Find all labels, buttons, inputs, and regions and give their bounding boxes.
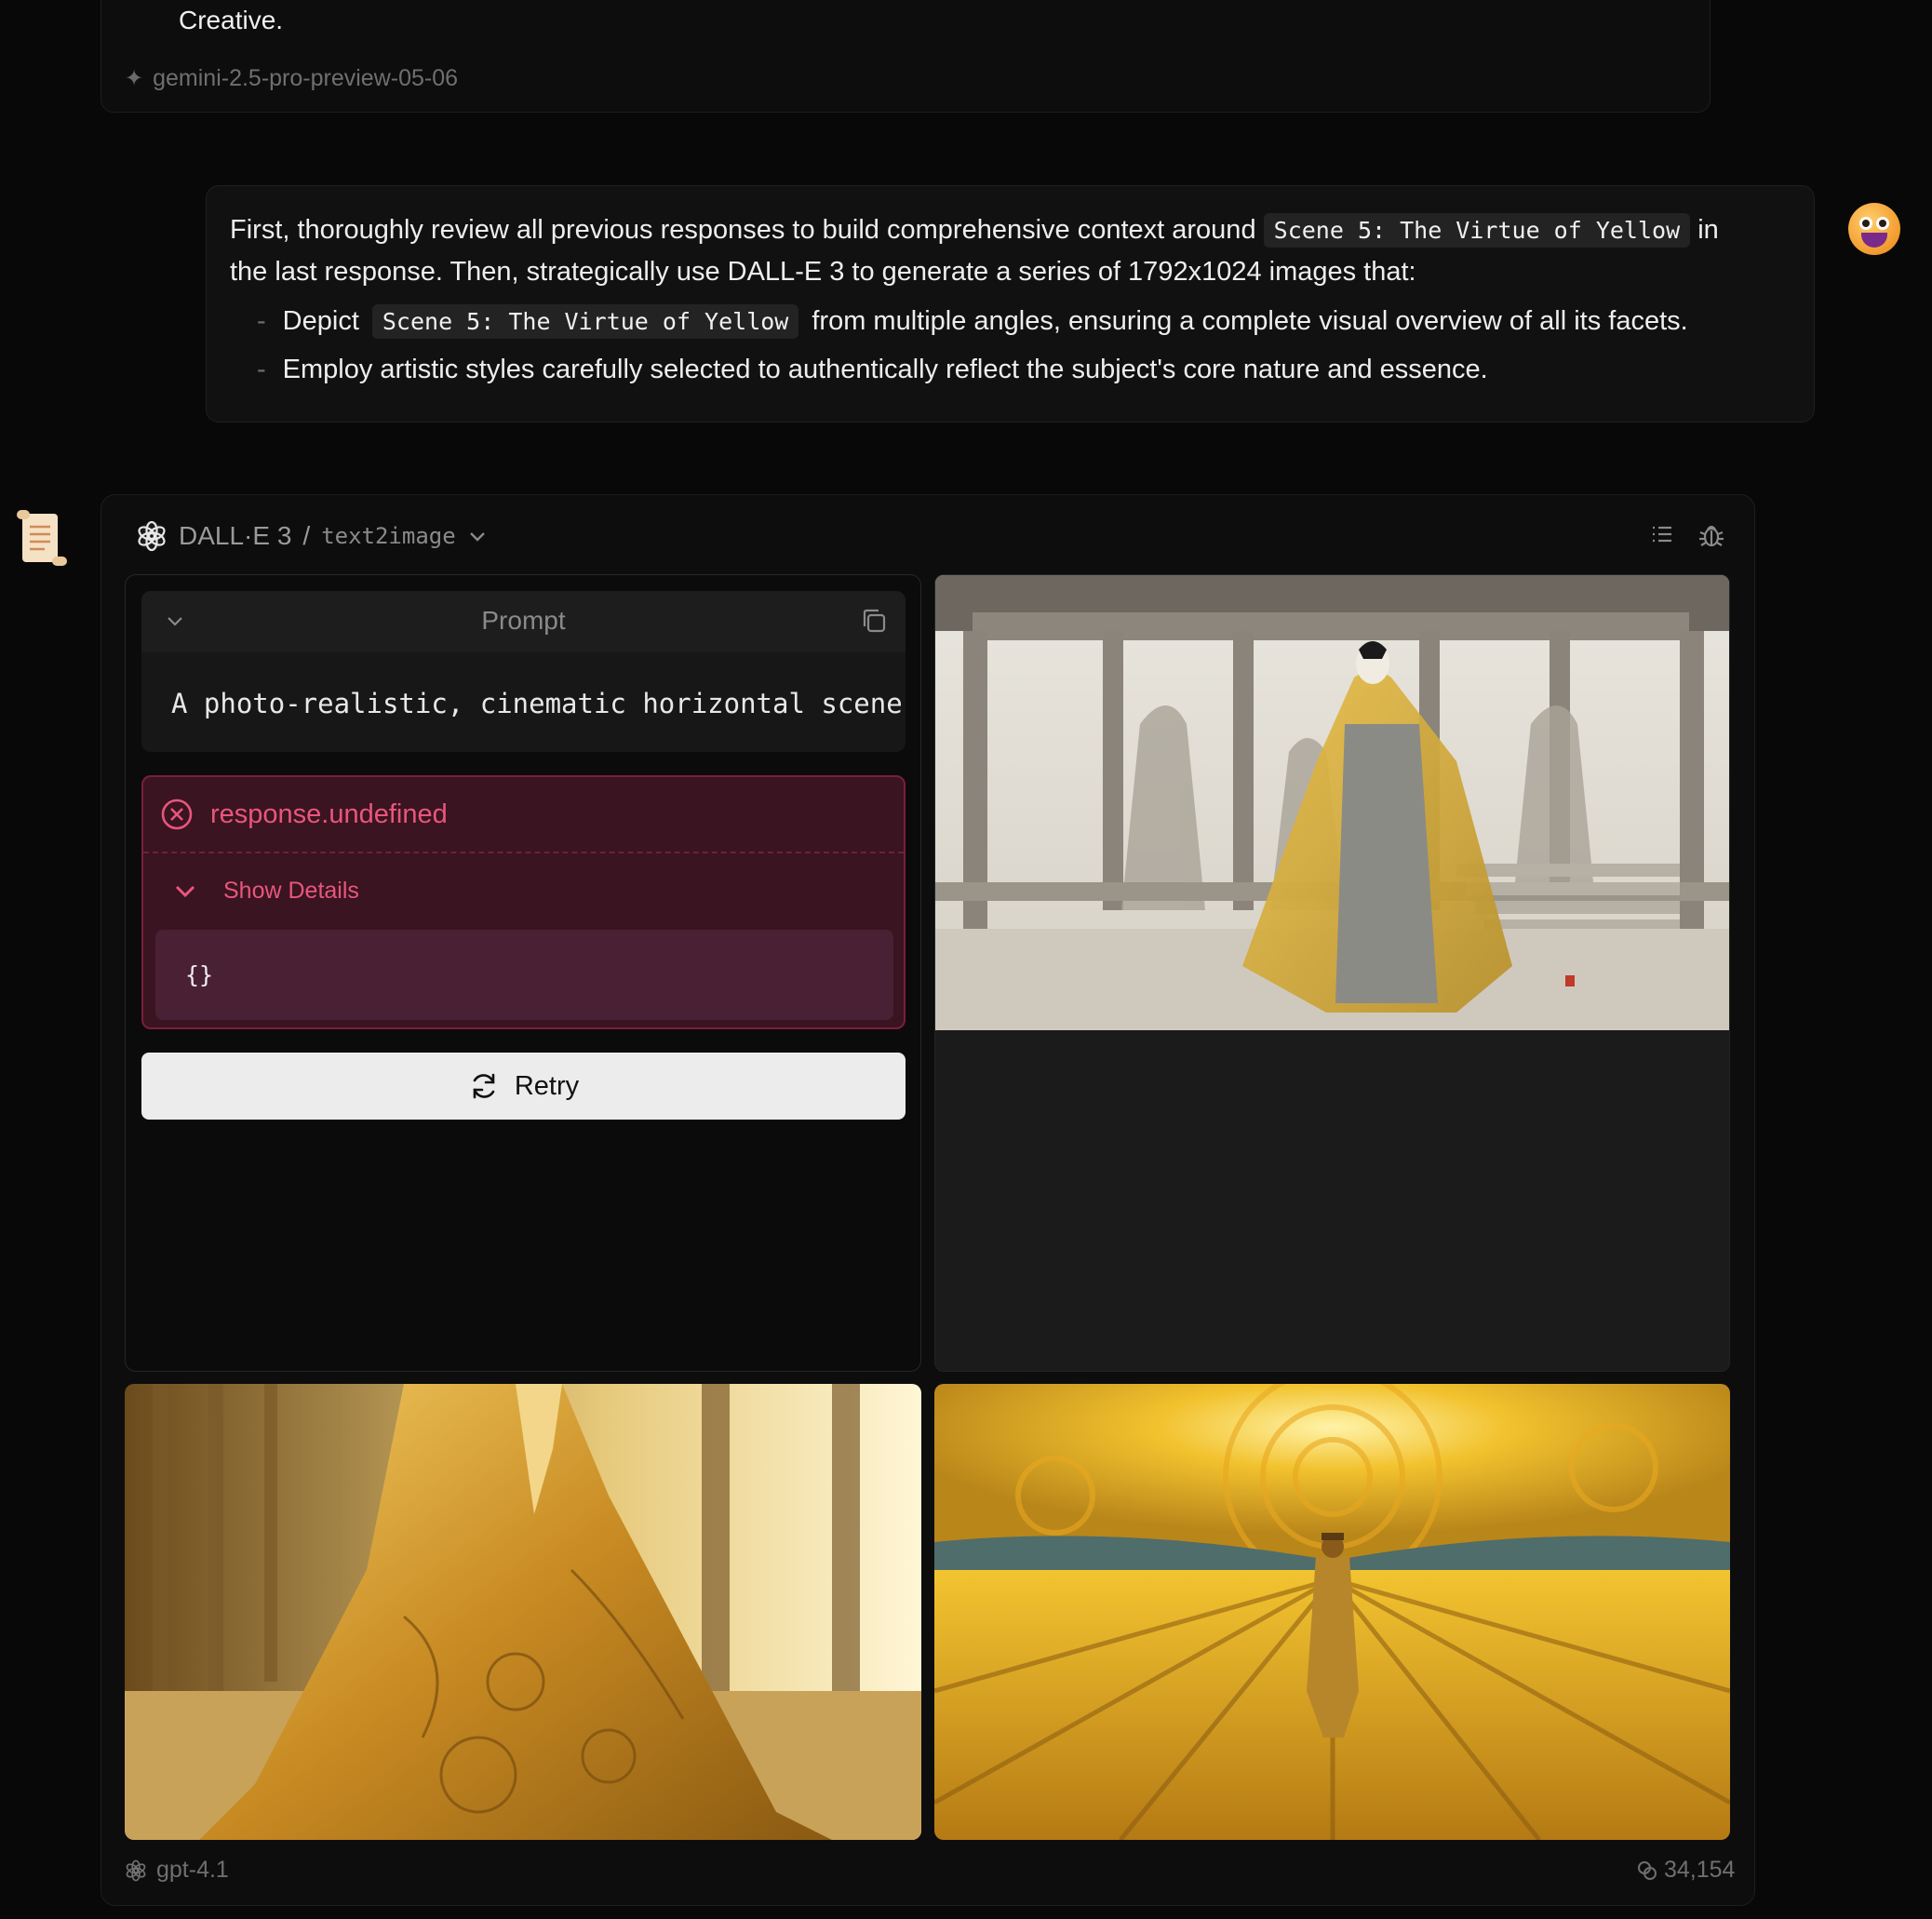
user-bullet-2: - Employ artistic styles carefully selec…	[257, 355, 1488, 385]
prompt-box: Prompt A photo-realistic, cinematic hori…	[141, 591, 906, 752]
footer-model-name: gpt-4.1	[156, 1857, 229, 1883]
user-message-paragraph: First, thoroughly review all previous re…	[230, 209, 1793, 292]
error-details-code: {}	[155, 930, 893, 1020]
previous-model-label: ✦ gemini-2.5-pro-preview-05-06	[125, 65, 458, 92]
openai-logo-icon	[126, 1859, 146, 1881]
error-circle-x-icon	[161, 798, 193, 830]
bug-icon[interactable]	[1697, 521, 1725, 549]
tool-mode: text2image	[321, 523, 456, 549]
bullet-dash: -	[257, 306, 266, 336]
user-text-1: First, thoroughly review all previous re…	[230, 215, 1256, 245]
bullet-dash: -	[257, 355, 266, 384]
tool-name: DALL·E 3	[179, 521, 292, 550]
header-tools	[1649, 521, 1725, 549]
prompt-header[interactable]: Prompt	[141, 591, 906, 652]
avatar-smiley[interactable]	[1848, 203, 1900, 255]
openai-logo-icon	[138, 520, 166, 552]
prompt-text: A photo-realistic, cinematic horizontal …	[171, 688, 906, 719]
footer-model: gpt-4.1	[125, 1857, 229, 1884]
error-header: response.undefined	[143, 777, 904, 853]
previous-model-name: gemini-2.5-pro-preview-05-06	[153, 65, 459, 91]
show-details-toggle[interactable]: Show Details	[143, 853, 904, 928]
tool-separator: /	[302, 521, 311, 550]
error-box: response.undefined Show Details {}	[141, 775, 906, 1029]
prompt-title: Prompt	[481, 606, 566, 635]
user-text-2: in	[1697, 215, 1719, 245]
list-icon[interactable]	[1649, 521, 1675, 547]
generated-image-tile[interactable]	[125, 1384, 921, 1840]
tool-header[interactable]: DALL·E 3 / text2image	[136, 517, 488, 555]
show-details-label: Show Details	[223, 877, 359, 904]
golden-gown-baroque-hall[interactable]	[125, 1384, 921, 1840]
token-count: 34,154	[1636, 1857, 1735, 1884]
previous-message-card	[101, 0, 1711, 113]
scroll-icon[interactable]	[13, 508, 69, 568]
impressionist-golden-field[interactable]	[934, 1384, 1730, 1840]
token-icon	[1638, 1860, 1657, 1880]
generated-image-tile[interactable]	[934, 574, 1730, 1372]
retry-button[interactable]: Retry	[141, 1053, 906, 1120]
user-bullet-1: - Depict Scene 5: The Virtue of Yellow f…	[257, 304, 1688, 339]
bullet-text: Depict	[282, 306, 359, 336]
retry-label: Retry	[514, 1070, 580, 1101]
refresh-icon	[473, 1073, 495, 1099]
chevron-down-icon	[175, 885, 195, 898]
bullet-text: from multiple angles, ensuring a complet…	[812, 306, 1688, 336]
user-text-3: the last response. Then, strategically u…	[230, 257, 1416, 287]
chevron-down-icon[interactable]	[467, 526, 488, 546]
copy-icon[interactable]	[859, 606, 889, 636]
sparkle-icon: ✦	[125, 66, 144, 91]
inline-code: Scene 5: The Virtue of Yellow	[1263, 213, 1691, 248]
previous-message-text: Creative.	[179, 6, 284, 34]
bullet-text: Employ artistic styles carefully selecte…	[282, 355, 1488, 384]
token-count-value: 34,154	[1664, 1857, 1736, 1883]
ink-painting-yellow-robe-palace[interactable]	[935, 575, 1730, 1030]
generated-image-tile[interactable]	[934, 1384, 1730, 1840]
inline-code: Scene 5: The Virtue of Yellow	[371, 304, 799, 339]
error-title: response.undefined	[210, 798, 448, 829]
